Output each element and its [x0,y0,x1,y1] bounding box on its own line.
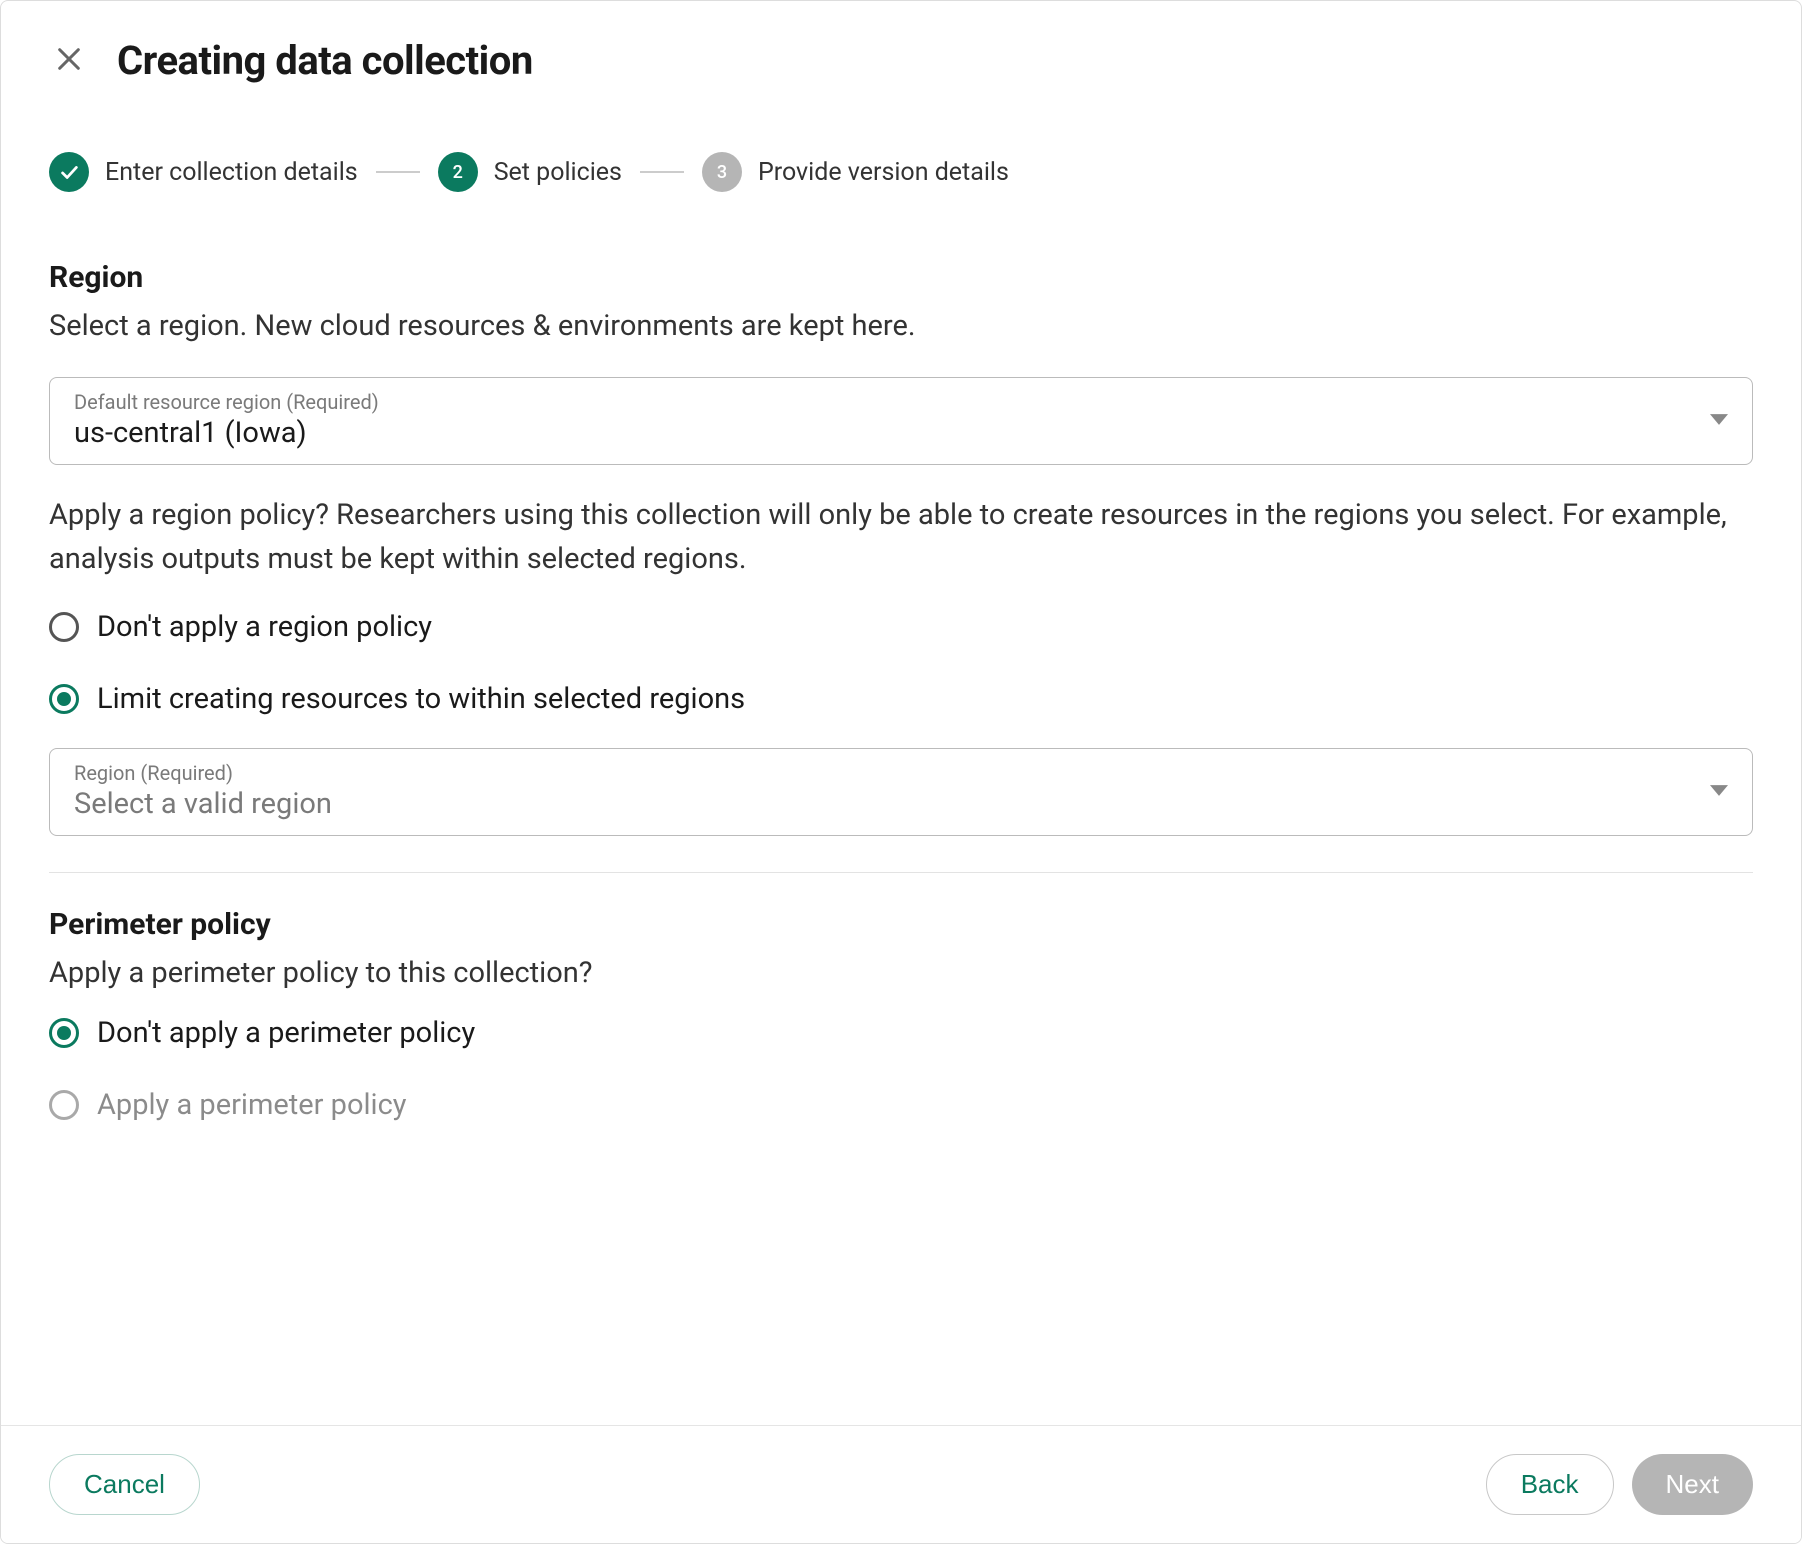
step-2-number: 2 [438,152,478,192]
perimeter-section-title: Perimeter policy [49,907,1753,942]
perimeter-option-apply[interactable]: Apply a perimeter policy [49,1088,1753,1122]
step-1[interactable]: Enter collection details [49,152,358,192]
checkmark-icon [49,152,89,192]
step-connector [640,171,684,173]
step-2[interactable]: 2 Set policies [438,152,622,192]
step-3[interactable]: 3 Provide version details [702,152,1009,192]
region-policy-option-none-label: Don't apply a region policy [97,610,432,644]
perimeter-option-apply-label: Apply a perimeter policy [97,1088,406,1122]
footer-right: Back Next [1486,1454,1753,1515]
region-policy-option-none[interactable]: Don't apply a region policy [49,610,1753,644]
close-icon [53,43,85,78]
step-2-label: Set policies [494,158,622,187]
caret-down-icon [1710,411,1728,430]
caret-down-icon [1710,783,1728,802]
region-select-placeholder: Select a valid region [74,787,1728,821]
region-policy-question: Apply a region policy? Researchers using… [49,493,1753,583]
dialog-title: Creating data collection [117,37,533,84]
radio-icon [49,1018,79,1048]
perimeter-option-none-label: Don't apply a perimeter policy [97,1016,475,1050]
radio-icon [49,612,79,642]
step-3-label: Provide version details [758,158,1009,187]
region-policy-option-limit-label: Limit creating resources to within selec… [97,682,745,716]
dialog-content: Region Select a region. New cloud resour… [1,232,1801,1425]
section-divider [49,872,1753,873]
radio-icon [49,1090,79,1120]
dialog-footer: Cancel Back Next [1,1425,1801,1543]
step-connector [376,171,420,173]
perimeter-option-none[interactable]: Don't apply a perimeter policy [49,1016,1753,1050]
step-1-label: Enter collection details [105,158,358,187]
perimeter-section-desc: Apply a perimeter policy to this collect… [49,952,1753,996]
region-select[interactable]: Region (Required) Select a valid region [49,748,1753,836]
step-3-number: 3 [702,152,742,192]
create-collection-dialog: Creating data collection Enter collectio… [0,0,1802,1544]
next-button[interactable]: Next [1632,1454,1753,1515]
region-select-label: Region (Required) [74,761,1728,785]
close-button[interactable] [49,39,89,82]
stepper: Enter collection details 2 Set policies … [1,104,1801,232]
back-button[interactable]: Back [1486,1454,1614,1515]
region-policy-option-limit[interactable]: Limit creating resources to within selec… [49,682,1753,716]
region-section-desc: Select a region. New cloud resources & e… [49,305,1753,349]
region-section-title: Region [49,260,1753,295]
default-region-select-value: us-central1 (Iowa) [74,416,1728,450]
default-region-select[interactable]: Default resource region (Required) us-ce… [49,377,1753,465]
dialog-header: Creating data collection [1,1,1801,104]
radio-icon [49,684,79,714]
cancel-button[interactable]: Cancel [49,1454,200,1515]
default-region-select-label: Default resource region (Required) [74,390,1728,414]
